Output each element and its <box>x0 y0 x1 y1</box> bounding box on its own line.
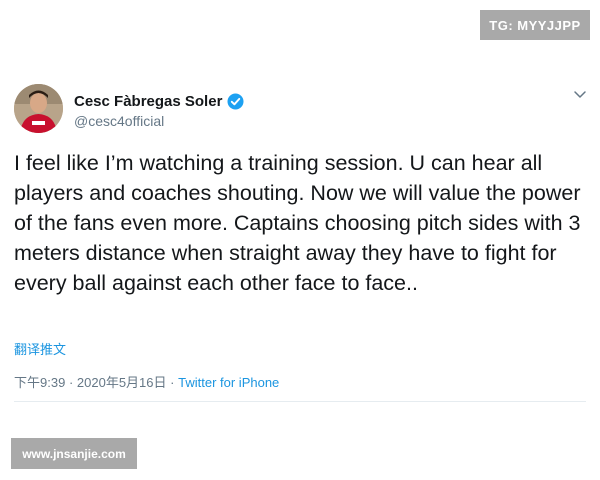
verified-badge-icon <box>227 93 244 110</box>
telegram-watermark-text: TG: MYYJJPP <box>489 17 581 33</box>
tweet-date[interactable]: 2020年5月16日 <box>77 375 167 390</box>
chevron-down-icon[interactable] <box>572 86 588 102</box>
telegram-watermark: TG: MYYJJPP <box>480 10 590 40</box>
meta-separator: · <box>170 375 175 390</box>
tweet-source-link[interactable]: Twitter for iPhone <box>178 375 279 390</box>
display-name[interactable]: Cesc Fàbregas Soler <box>74 93 222 110</box>
tweet-text: I feel like I’m watching a training sess… <box>14 151 581 295</box>
tweet-time[interactable]: 下午9:39 <box>14 375 65 390</box>
tweet-meta: 下午9:39 · 2020年5月16日 · Twitter for iPhone <box>14 372 279 391</box>
divider <box>14 401 586 402</box>
translate-tweet-link[interactable]: 翻译推文 <box>14 339 66 358</box>
user-handle[interactable]: @cesc4official <box>74 113 164 129</box>
site-watermark-text: www.jnsanjie.com <box>22 446 126 461</box>
avatar-image <box>14 84 63 133</box>
avatar[interactable] <box>14 84 63 133</box>
meta-separator: · <box>68 375 74 390</box>
tweet-card: Cesc Fàbregas Soler @cesc4official I fee… <box>0 66 600 402</box>
page: TG: MYYJJPP Cesc Fàbregas Soler @cesc4of… <box>0 0 600 480</box>
author-name-row: Cesc Fàbregas Soler <box>74 93 244 110</box>
site-watermark: www.jnsanjie.com <box>11 438 137 469</box>
